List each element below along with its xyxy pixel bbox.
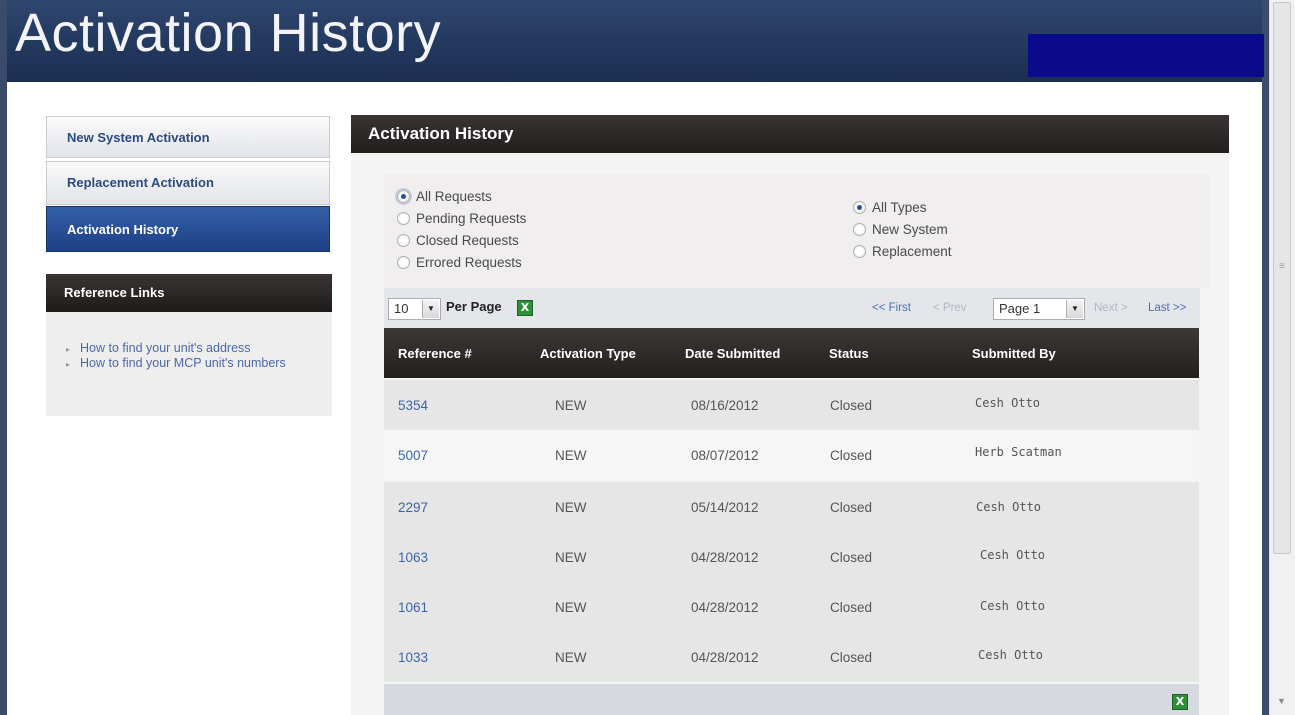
submitted-by-cell: Cesh Otto — [978, 648, 1044, 662]
submitted-by-cell: Cesh Otto — [976, 500, 1042, 514]
date-submitted-cell: 04/28/2012 — [691, 650, 759, 665]
vertical-scrollbar[interactable]: ≡ ▼ — [1269, 0, 1295, 715]
column-header-status[interactable]: Status — [829, 346, 869, 361]
nav-replacement-activation[interactable]: Replacement Activation — [46, 161, 330, 205]
radio-label: All Types — [872, 200, 927, 215]
reference-link-label[interactable]: How to find your unit's address — [80, 342, 300, 356]
per-page-value: 10 — [394, 301, 409, 316]
column-header-submitted-by[interactable]: Submitted By — [972, 346, 1056, 361]
redacted-box — [1028, 34, 1264, 77]
submitted-by-cell: Cesh Otto — [980, 548, 1046, 562]
column-header-reference[interactable]: Reference # — [398, 346, 472, 361]
window-right-edge — [1262, 0, 1269, 715]
reference-link-address[interactable]: ▸ How to find your unit's address — [66, 342, 332, 356]
status-cell: Closed — [830, 550, 873, 565]
date-submitted-cell: 04/28/2012 — [691, 550, 759, 565]
radio-pending-requests[interactable]: Pending Requests — [397, 211, 526, 226]
reference-link[interactable]: 1063 — [398, 550, 428, 565]
column-header-date-submitted[interactable]: Date Submitted — [685, 346, 780, 361]
page-header: Activation History — [7, 0, 1264, 82]
activation-type-cell: NEW — [555, 500, 587, 515]
table-row: 1033 NEW 04/28/2012 Closed Cesh Otto — [384, 632, 1199, 682]
activation-type-cell: NEW — [555, 550, 587, 565]
radio-empty-icon[interactable] — [397, 212, 410, 225]
per-page-label: Per Page — [446, 299, 502, 314]
filter-area — [384, 174, 1210, 288]
date-submitted-cell: 04/28/2012 — [691, 600, 759, 615]
date-submitted-cell: 08/07/2012 — [691, 448, 759, 463]
date-submitted-cell: 08/16/2012 — [691, 398, 759, 413]
status-cell: Closed — [830, 500, 873, 515]
scrollbar-thumb[interactable]: ≡ — [1273, 2, 1291, 554]
table-row: 1063 NEW 04/28/2012 Closed Cesh Otto — [384, 532, 1199, 582]
radio-selected-icon[interactable] — [853, 201, 866, 214]
reference-link[interactable]: 1033 — [398, 650, 428, 665]
activation-type-cell: NEW — [555, 448, 587, 463]
reference-link[interactable]: 1061 — [398, 600, 428, 615]
page-select[interactable]: Page 1 ▼ — [993, 298, 1085, 320]
excel-export-icon[interactable]: X — [517, 300, 533, 316]
radio-label: Pending Requests — [416, 211, 527, 226]
radio-closed-requests[interactable]: Closed Requests — [397, 233, 519, 248]
date-submitted-cell: 05/14/2012 — [691, 500, 759, 515]
radio-empty-icon[interactable] — [853, 245, 866, 258]
reference-links-header: Reference Links — [46, 274, 332, 312]
radio-errored-requests[interactable]: Errored Requests — [397, 255, 522, 270]
pager-next-link[interactable]: Next > — [1094, 302, 1128, 314]
pager-first-link[interactable]: << First — [872, 302, 911, 314]
status-cell: Closed — [830, 448, 873, 463]
table-footer: X — [384, 684, 1199, 715]
radio-label: New System — [872, 222, 948, 237]
page-value: Page 1 — [999, 301, 1041, 316]
bullet-arrow-icon: ▸ — [66, 345, 71, 354]
reference-link[interactable]: 5354 — [398, 398, 428, 413]
bullet-arrow-icon: ▸ — [66, 360, 71, 369]
status-cell: Closed — [830, 650, 873, 665]
scroll-down-icon[interactable]: ▼ — [1277, 696, 1286, 706]
radio-label: Replacement — [872, 244, 952, 259]
nav-new-system-activation[interactable]: New System Activation — [46, 116, 330, 158]
status-cell: Closed — [830, 398, 873, 413]
activation-type-cell: NEW — [555, 650, 587, 665]
radio-replacement[interactable]: Replacement — [853, 244, 952, 259]
reference-link[interactable]: 5007 — [398, 448, 428, 463]
reference-link[interactable]: 2297 — [398, 500, 428, 515]
radio-label: Errored Requests — [416, 255, 522, 270]
radio-empty-icon[interactable] — [397, 234, 410, 247]
radio-all-requests[interactable]: All Requests — [397, 189, 492, 204]
activation-type-cell: NEW — [555, 600, 587, 615]
submitted-by-cell: Cesh Otto — [975, 396, 1041, 410]
main-panel-title: Activation History — [351, 115, 1229, 153]
reference-link-label[interactable]: How to find your MCP unit's numbers — [80, 357, 300, 371]
nav-activation-history[interactable]: Activation History — [46, 206, 330, 252]
table-row: 5354 NEW 08/16/2012 Closed Cesh Otto — [384, 380, 1199, 430]
reference-links-panel: ▸ How to find your unit's address ▸ How … — [46, 312, 332, 416]
chevron-down-icon[interactable]: ▼ — [422, 300, 439, 318]
radio-label: Closed Requests — [416, 233, 519, 248]
excel-export-icon[interactable]: X — [1172, 694, 1188, 710]
pager-prev-link[interactable]: < Prev — [933, 302, 967, 314]
status-cell: Closed — [830, 600, 873, 615]
table-header: Reference # Activation Type Date Submitt… — [384, 328, 1199, 378]
radio-all-types[interactable]: All Types — [853, 200, 927, 215]
window-left-edge — [0, 0, 7, 715]
submitted-by-cell: Herb Scatman — [975, 445, 1062, 459]
table-row: 2297 NEW 05/14/2012 Closed Cesh Otto — [384, 482, 1199, 532]
table-row: 1061 NEW 04/28/2012 Closed Cesh Otto — [384, 582, 1199, 632]
grip-icon: ≡ — [1279, 261, 1285, 272]
radio-empty-icon[interactable] — [853, 223, 866, 236]
page-title: Activation History — [15, 3, 442, 63]
radio-label: All Requests — [416, 189, 492, 204]
column-header-activation-type[interactable]: Activation Type — [540, 346, 636, 361]
activation-type-cell: NEW — [555, 398, 587, 413]
submitted-by-cell: Cesh Otto — [980, 599, 1046, 613]
table-row: 5007 NEW 08/07/2012 Closed Herb Scatman — [384, 430, 1199, 480]
chevron-down-icon[interactable]: ▼ — [1066, 300, 1083, 318]
radio-selected-icon[interactable] — [397, 190, 410, 203]
radio-new-system[interactable]: New System — [853, 222, 948, 237]
per-page-select[interactable]: 10 ▼ — [388, 298, 441, 320]
radio-empty-icon[interactable] — [397, 256, 410, 269]
reference-link-mcp-numbers[interactable]: ▸ How to find your MCP unit's numbers — [66, 357, 332, 371]
pager-last-link[interactable]: Last >> — [1148, 302, 1186, 314]
